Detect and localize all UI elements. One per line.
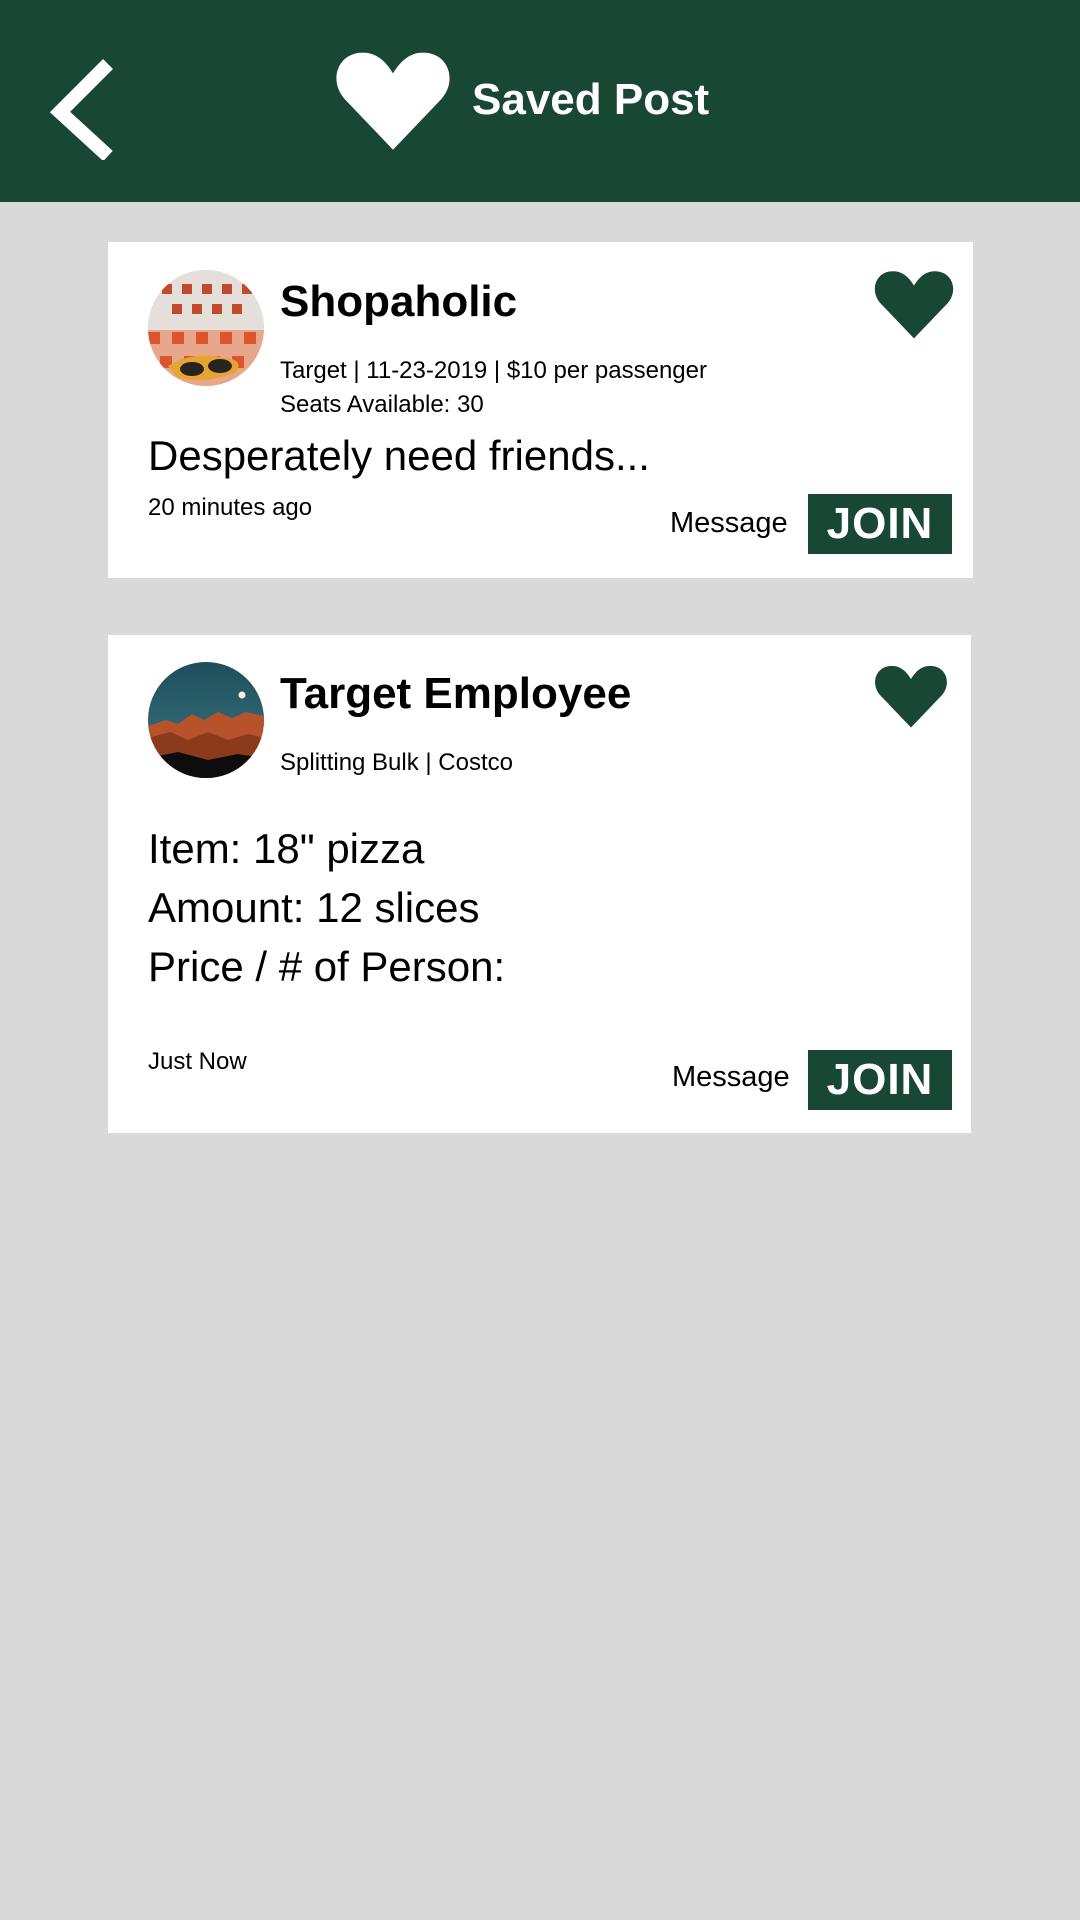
post-card: Shopaholic Target | 11-23-2019 | $10 per… — [108, 242, 973, 578]
post-body-line: Price / # of Person: — [148, 943, 506, 990]
heart-icon — [336, 52, 450, 150]
avatar-image — [148, 270, 264, 386]
message-button[interactable]: Message — [672, 1058, 790, 1096]
avatar-image — [148, 662, 264, 778]
post-timestamp: Just Now — [148, 1048, 247, 1075]
back-button[interactable] — [48, 56, 118, 160]
join-button[interactable]: JOIN — [808, 494, 952, 554]
post-author-name[interactable]: Shopaholic — [280, 274, 517, 330]
avatar[interactable] — [148, 662, 264, 778]
page-title: Saved Post — [472, 75, 710, 124]
post-body-line: Item: 18" pizza — [148, 825, 425, 872]
message-button[interactable]: Message — [670, 504, 788, 542]
post-trip-details: Splitting Bulk | Costco — [280, 749, 514, 776]
post-trip-details: Target | 11-23-2019 | $10 per passenger — [280, 357, 707, 384]
join-button[interactable]: JOIN — [808, 1050, 952, 1110]
saved-heart-icon[interactable] — [874, 663, 948, 729]
post-seats-available: Seats Available: 30 — [280, 391, 484, 418]
post-card: Target Employee Splitting Bulk | Costco … — [108, 635, 971, 1133]
avatar[interactable] — [148, 270, 264, 386]
post-timestamp: 20 minutes ago — [148, 494, 313, 521]
post-author-name[interactable]: Target Employee — [280, 666, 631, 722]
saved-heart-icon[interactable] — [874, 268, 954, 340]
post-body-line: Amount: 12 slices — [148, 884, 480, 931]
post-body-line: Desperately need friends... — [148, 432, 650, 479]
top-app-bar: Saved Post — [0, 0, 1080, 202]
chevron-left-icon — [49, 59, 113, 160]
